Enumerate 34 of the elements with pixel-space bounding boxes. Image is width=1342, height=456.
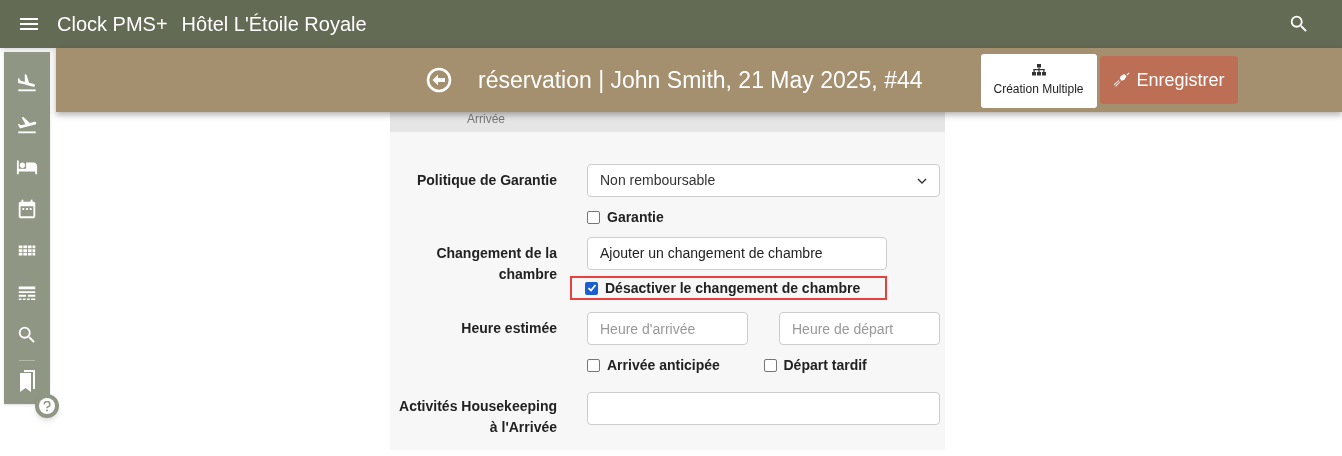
checkbox-label: Arrivée anticipée (607, 356, 720, 375)
checkbox[interactable] (587, 359, 600, 372)
policy-select[interactable]: Non remboursable (587, 164, 940, 197)
page-title: réservation | John Smith, 21 May 2025, #44 (478, 65, 923, 95)
plane-takeoff-icon[interactable] (16, 114, 38, 136)
field-label: Changement de la chambre (435, 244, 557, 284)
field-label: Activités Housekeeping à l'Arrivée (398, 397, 557, 437)
app-name: Clock PMS+ (57, 12, 168, 37)
housekeeping-field[interactable] (587, 392, 940, 425)
field-label: Politique de Garantie (415, 171, 557, 190)
help-button[interactable] (35, 394, 59, 418)
checkbox[interactable] (587, 211, 600, 224)
chevron-down-icon (917, 177, 927, 184)
hotel-name: Hôtel L'Étoile Royale (181, 12, 367, 37)
search-icon[interactable] (1288, 13, 1310, 35)
back-icon[interactable] (426, 67, 452, 93)
checkbox[interactable] (763, 359, 777, 372)
field-label: Heure estimée (460, 319, 557, 338)
calendar-icon[interactable] (16, 198, 38, 220)
pen-icon (1112, 71, 1131, 89)
search-icon[interactable] (16, 324, 38, 346)
add-room-change-button[interactable]: Ajouter un changement de chambre (587, 237, 887, 270)
checkbox[interactable] (585, 281, 598, 295)
multiple-creation-button[interactable]: Création Multiple (980, 53, 1097, 108)
save-button[interactable]: Enregistrer (1099, 56, 1238, 104)
time-field[interactable]: Heure d'arrivée (587, 312, 748, 345)
checkbox-label: Garantie (607, 208, 664, 227)
time-field[interactable]: Heure de départ (779, 312, 940, 345)
section-label: Arrivée (467, 112, 505, 126)
checkbox-label: Départ tardif (783, 356, 867, 375)
hierarchy-icon (1031, 63, 1046, 76)
plane-landing-icon[interactable] (16, 72, 38, 94)
question-icon (43, 400, 51, 412)
checkbox-label: Désactiver le changement de chambre (605, 278, 861, 298)
